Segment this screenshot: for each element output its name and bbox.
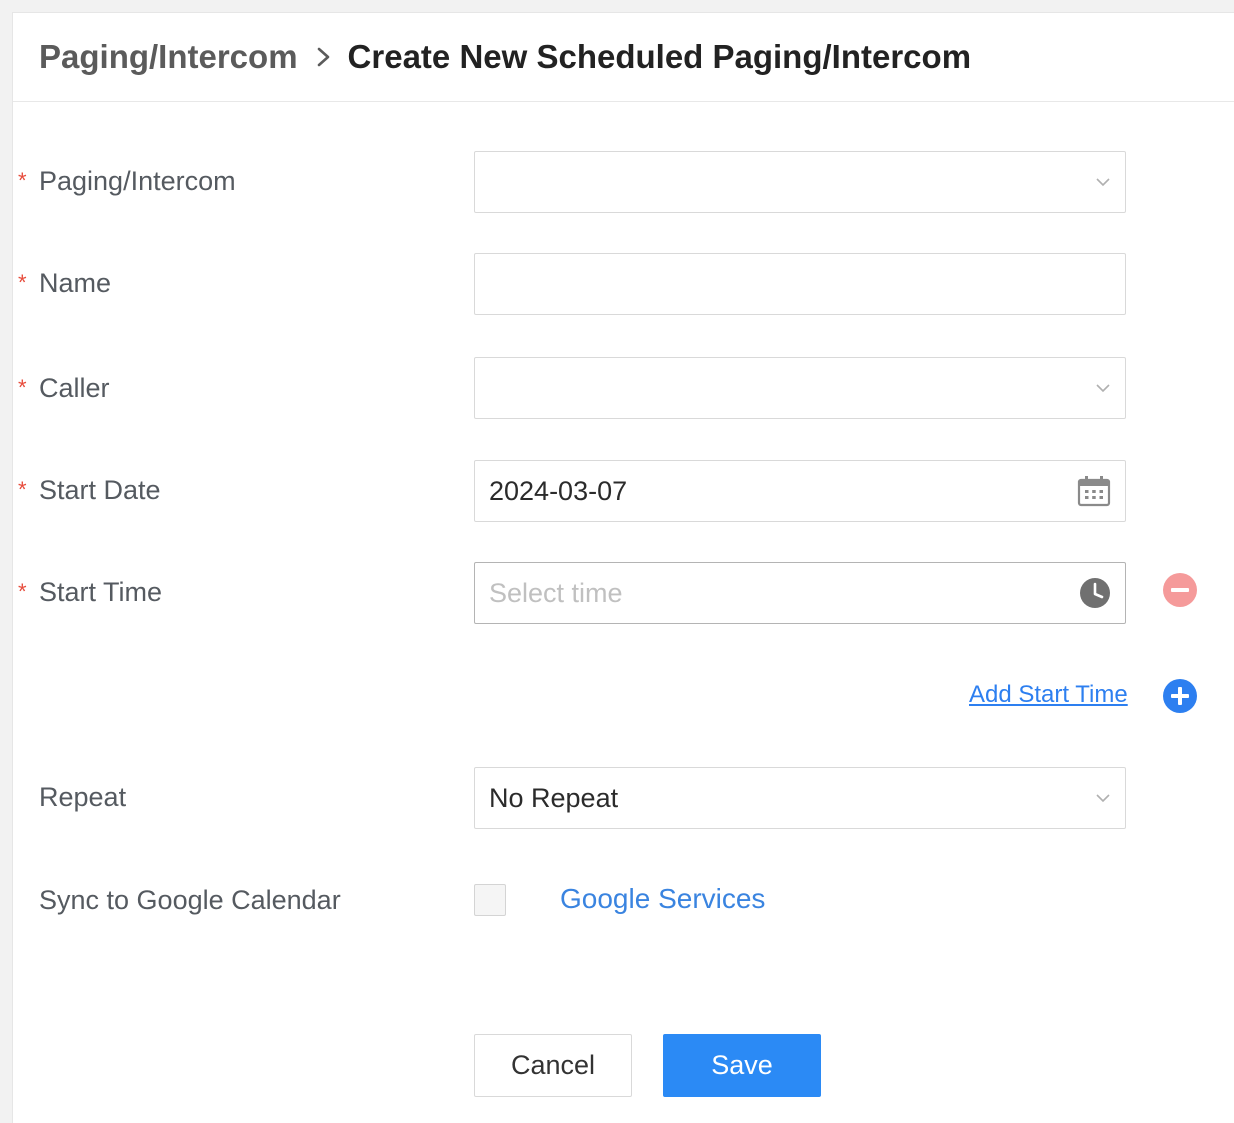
caller-label-text: Caller bbox=[39, 372, 110, 403]
page-panel: Paging/Intercom Create New Scheduled Pag… bbox=[12, 12, 1234, 1123]
required-marker: * bbox=[18, 168, 27, 193]
required-marker: * bbox=[18, 477, 27, 502]
paging-intercom-label-text: Paging/Intercom bbox=[39, 165, 236, 196]
breadcrumb: Paging/Intercom Create New Scheduled Pag… bbox=[13, 13, 1234, 102]
sync-google-checkbox[interactable] bbox=[474, 884, 506, 916]
save-button[interactable]: Save bbox=[663, 1034, 821, 1097]
sync-google-label: Sync to Google Calendar bbox=[16, 880, 341, 920]
repeat-label: Repeat bbox=[16, 777, 126, 817]
minus-circle-icon[interactable] bbox=[1163, 573, 1197, 612]
start-date-label: * Start Date bbox=[16, 470, 161, 510]
chevron-down-icon bbox=[1095, 793, 1111, 803]
chevron-down-icon bbox=[1095, 383, 1111, 393]
plus-circle-icon[interactable] bbox=[1163, 679, 1197, 718]
chevron-right-icon bbox=[316, 45, 332, 69]
add-start-time-link[interactable]: Add Start Time bbox=[969, 681, 1128, 709]
repeat-label-text: Repeat bbox=[39, 781, 127, 812]
page-title: Create New Scheduled Paging/Intercom bbox=[347, 38, 972, 75]
name-label-text: Name bbox=[39, 267, 112, 298]
start-time-picker[interactable]: Select time bbox=[474, 562, 1126, 624]
start-time-label-text: Start Time bbox=[39, 576, 163, 607]
paging-intercom-select[interactable] bbox=[474, 151, 1126, 213]
name-label: * Name bbox=[16, 263, 111, 303]
required-marker: * bbox=[18, 375, 27, 400]
required-marker: * bbox=[18, 270, 27, 295]
repeat-value: No Repeat bbox=[489, 782, 619, 813]
google-services-link[interactable]: Google Services bbox=[560, 883, 765, 915]
caller-select[interactable] bbox=[474, 357, 1126, 419]
start-date-label-text: Start Date bbox=[39, 474, 161, 505]
start-time-placeholder: Select time bbox=[489, 577, 623, 608]
start-date-value: 2024-03-07 bbox=[489, 475, 628, 506]
repeat-select[interactable]: No Repeat bbox=[474, 767, 1126, 829]
caller-label: * Caller bbox=[16, 368, 110, 408]
sync-google-label-text: Sync to Google Calendar bbox=[39, 884, 341, 915]
clock-icon[interactable] bbox=[1079, 577, 1111, 609]
start-time-label: * Start Time bbox=[16, 572, 162, 612]
start-date-picker[interactable]: 2024-03-07 bbox=[474, 460, 1126, 522]
paging-intercom-label: * Paging/Intercom bbox=[16, 161, 236, 201]
calendar-icon[interactable] bbox=[1077, 475, 1111, 507]
breadcrumb-parent-link[interactable]: Paging/Intercom bbox=[39, 38, 298, 76]
required-marker: * bbox=[18, 579, 27, 604]
cancel-button[interactable]: Cancel bbox=[474, 1034, 632, 1097]
chevron-down-icon bbox=[1095, 177, 1111, 187]
name-input[interactable] bbox=[474, 253, 1126, 315]
